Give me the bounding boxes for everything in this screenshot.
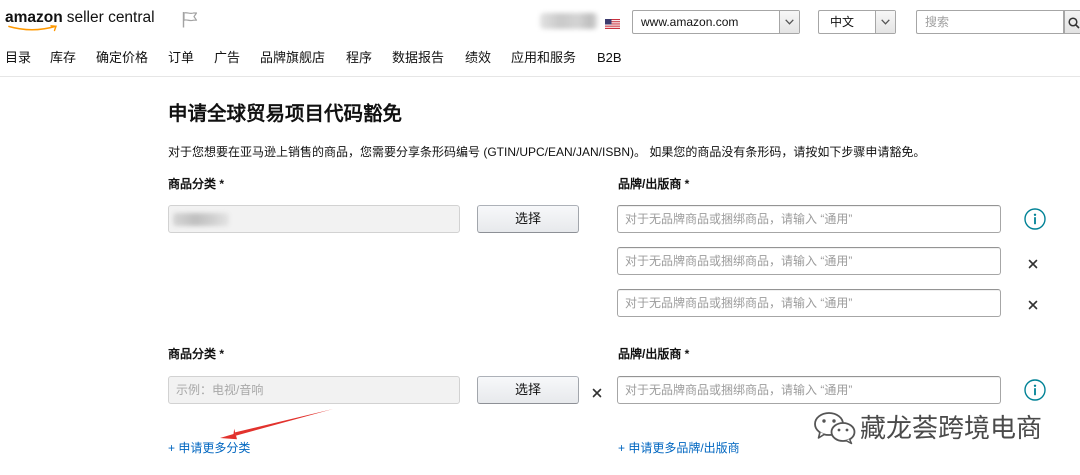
page-title: 申请全球贸易项目代码豁免 (168, 103, 403, 125)
nav-item-pricing[interactable]: 确定价格 (96, 50, 148, 66)
nav-item-inventory[interactable]: 库存 (50, 50, 76, 66)
annotation-arrow (220, 409, 333, 440)
nav-item-apps-services[interactable]: 应用和服务 (511, 50, 576, 66)
logo-product: seller central (66, 9, 155, 26)
nav-item-advertising[interactable]: 广告 (214, 50, 240, 66)
page-description: 对于您想要在亚马逊上销售的商品，您需要分享条形码编号 (GTIN/UPC/EAN… (168, 145, 926, 159)
nav-divider (0, 76, 1080, 77)
marketplace-select-value: www.amazon.com (641, 15, 739, 29)
blurred-account-name (540, 13, 598, 29)
flag-icon[interactable] (181, 11, 198, 28)
search-input[interactable] (916, 10, 1064, 34)
category-field[interactable] (168, 205, 460, 233)
info-icon[interactable] (1024, 208, 1046, 230)
category-label: 商品分类 * (168, 177, 225, 191)
close-icon[interactable] (1028, 256, 1038, 269)
brand-input[interactable] (617, 247, 1001, 275)
search-button[interactable] (1064, 10, 1080, 34)
amazon-smile-icon (8, 25, 57, 32)
wechat-icon (813, 411, 857, 445)
nav-item-b2b[interactable]: B2B (597, 50, 622, 66)
brand-label: 品牌/出版商 * (618, 177, 690, 191)
brand-input[interactable] (617, 376, 1001, 404)
amazon-seller-central-logo[interactable]: amazon seller central (5, 9, 155, 33)
language-select[interactable]: 中文 (818, 10, 896, 34)
category-field[interactable] (168, 376, 460, 404)
category-label: 商品分类 * (168, 347, 225, 361)
chevron-down-icon (875, 11, 895, 33)
close-icon[interactable] (592, 385, 602, 398)
marketplace-select[interactable]: www.amazon.com (632, 10, 800, 34)
nav-item-stores[interactable]: 品牌旗舰店 (260, 50, 325, 66)
close-icon[interactable] (1028, 297, 1038, 310)
nav-item-performance[interactable]: 绩效 (465, 50, 491, 66)
search-icon (1068, 17, 1080, 29)
nav-item-catalog[interactable]: 目录 (5, 50, 31, 66)
language-select-value: 中文 (830, 15, 855, 29)
add-more-brands-link[interactable]: + 申请更多品牌/出版商 (618, 441, 740, 455)
logo-brand: amazon (5, 9, 63, 26)
brand-label: 品牌/出版商 * (618, 347, 690, 361)
select-category-button[interactable]: 选择 (477, 205, 579, 233)
nav-item-programs[interactable]: 程序 (346, 50, 372, 66)
nav-item-reports[interactable]: 数据报告 (392, 50, 444, 66)
redacted-category-value (173, 213, 229, 226)
info-icon[interactable] (1024, 379, 1046, 401)
select-category-button[interactable]: 选择 (477, 376, 579, 404)
nav-item-orders[interactable]: 订单 (168, 50, 194, 66)
chevron-down-icon (779, 11, 799, 33)
brand-input[interactable] (617, 205, 1001, 233)
us-flag-icon (605, 16, 620, 29)
brand-input[interactable] (617, 289, 1001, 317)
watermark-text: 藏龙荟跨境电商 (860, 413, 1043, 443)
